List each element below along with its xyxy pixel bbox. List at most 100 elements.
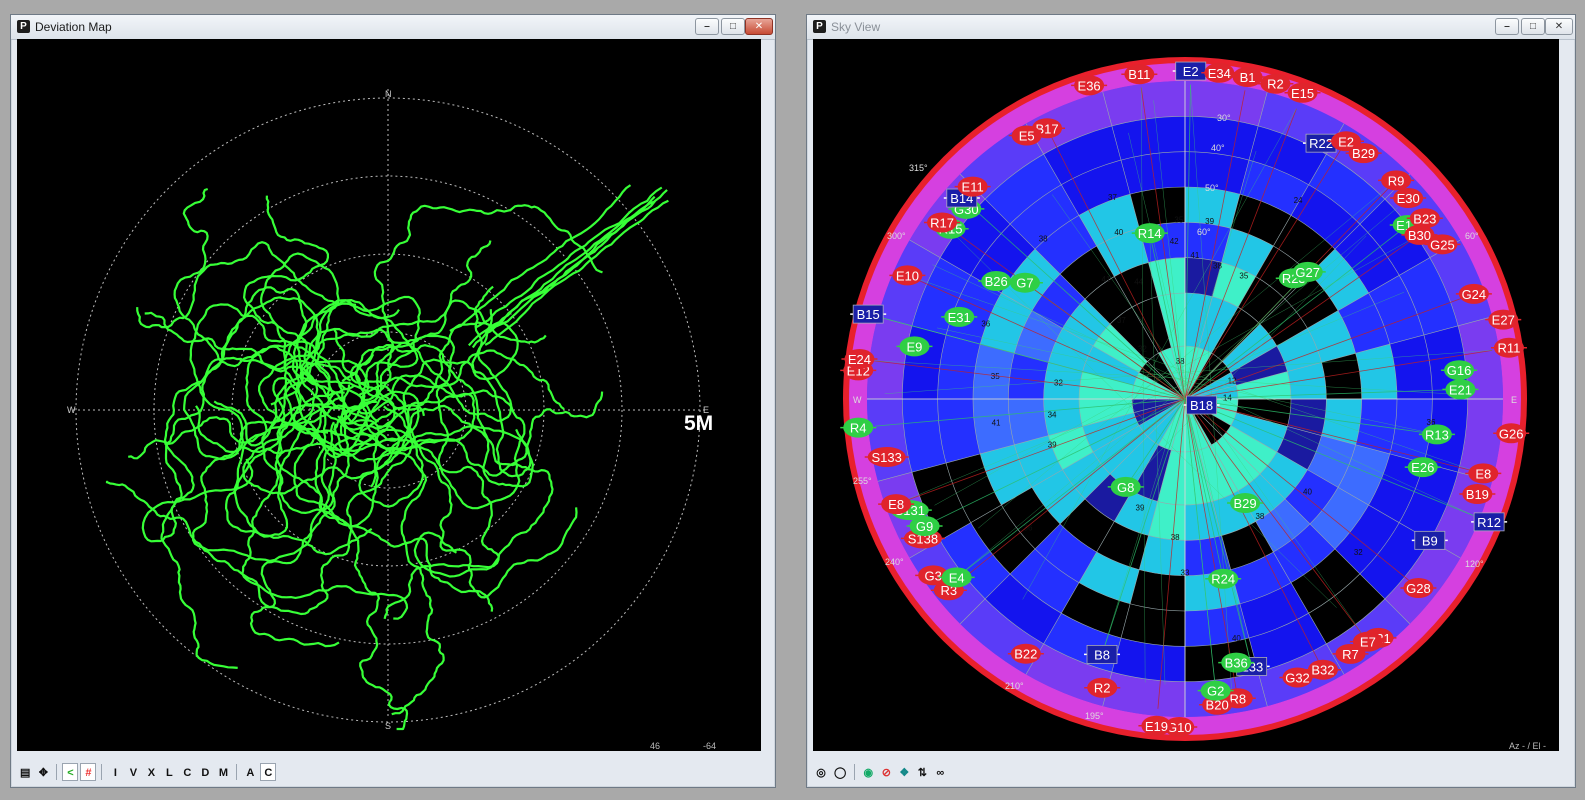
cell-value: 35	[1174, 215, 1183, 224]
toolbar-A-button[interactable]: A	[242, 763, 258, 781]
satellite-label: E15	[1291, 86, 1314, 101]
cell-value: 37	[1108, 193, 1117, 202]
toolbar-V-button[interactable]: V	[125, 763, 141, 781]
satellite-label: R2	[1267, 77, 1284, 92]
satellite-label: E11	[962, 180, 984, 195]
az-el-readout: Az - / El -	[1509, 741, 1546, 751]
grid-hash-icon[interactable]: #	[80, 763, 97, 781]
app-logo-icon: P	[17, 20, 30, 33]
toolbar-C2-button[interactable]: C	[260, 763, 277, 781]
cell-value: 38	[1171, 533, 1180, 542]
readout-a: 46	[650, 741, 660, 751]
satellite-B15[interactable]: B15	[850, 304, 887, 324]
satellite-label: E9	[907, 339, 923, 354]
close-button[interactable]: ✕	[1545, 18, 1573, 35]
satellite-label: G25	[1430, 237, 1455, 252]
deviation-plot[interactable]: N S W E 5M 46 -64	[17, 39, 761, 751]
az-315-label: 315°	[909, 163, 928, 173]
satellite-E2[interactable]: E2	[1172, 61, 1209, 81]
satellite-label: B11	[1128, 67, 1150, 82]
satellite-label: G27	[1295, 265, 1320, 280]
target-icon[interactable]: ◎	[813, 763, 829, 781]
satellite-label: R4	[850, 421, 867, 436]
deviation-traces	[105, 184, 669, 731]
scale-icon[interactable]: ∞	[932, 763, 948, 781]
satellite-label: B9	[1422, 533, 1438, 548]
az-210-label: 210°	[1005, 681, 1024, 691]
satellite-B9[interactable]: B9	[1411, 530, 1448, 550]
cell-value: 35	[1239, 271, 1248, 280]
close-button[interactable]: ✕	[745, 18, 773, 35]
satellite-label: B23	[1413, 211, 1436, 226]
satellite-label: R14	[1138, 226, 1162, 241]
satellite-icon[interactable]: ❖	[896, 763, 912, 781]
deviation-trace	[293, 391, 409, 731]
satellite-label: B29	[1352, 146, 1375, 161]
az-60-label: 60°	[1465, 231, 1479, 241]
az-120-label: 120°	[1465, 559, 1484, 569]
satellite-label: B8	[1094, 647, 1110, 662]
cell-value: 37	[1117, 316, 1126, 325]
ring-icon[interactable]: ◯	[831, 763, 849, 781]
sort-icon[interactable]: ⇅	[914, 763, 930, 781]
satellite-label: R7	[1342, 647, 1359, 662]
satellite-label: G8	[1117, 480, 1134, 495]
satellite-R12[interactable]: R12	[1471, 512, 1508, 532]
satellite-label: E24	[848, 352, 871, 367]
el-60-label: 60°	[1197, 227, 1211, 237]
satellite-label: G26	[1499, 426, 1524, 441]
separator	[56, 764, 58, 780]
sky-titlebar[interactable]: P Sky View ⎯ □ ✕	[807, 15, 1575, 40]
deviation-trace	[475, 186, 663, 329]
cell-value: 38	[1039, 234, 1048, 243]
globe-icon[interactable]: ◉	[860, 763, 876, 781]
toolbar-X-button[interactable]: X	[143, 763, 159, 781]
satellite-label: G16	[1447, 363, 1472, 378]
satellite-label: G32	[1285, 670, 1310, 685]
toolbar-C-button[interactable]: C	[179, 763, 195, 781]
maximize-button[interactable]: □	[1521, 18, 1545, 35]
cell-value: 42	[1170, 237, 1179, 246]
west-label: W	[67, 405, 76, 415]
minimize-button[interactable]: ⎯	[1495, 18, 1519, 35]
toolbar-L-button[interactable]: L	[161, 763, 177, 781]
track-icon[interactable]: <	[62, 763, 79, 781]
deviation-trace	[373, 204, 603, 394]
satellite-label: E36	[1078, 78, 1101, 93]
cell-value: 41	[1102, 275, 1111, 284]
deviation-trace	[484, 199, 669, 346]
satellite-label: E26	[1411, 460, 1434, 475]
pan-arrows-icon[interactable]: ✥	[35, 763, 51, 781]
toolbar-I-button[interactable]: I	[107, 763, 123, 781]
cell-value: 39	[1136, 503, 1145, 512]
cell-value: 39	[1048, 440, 1057, 449]
satellite-label: S133	[872, 450, 902, 465]
el-30-label: 30°	[1217, 113, 1231, 123]
deviation-map-window: P Deviation Map ⎯ □ ✕ N S W E 5M 46 -64 …	[10, 14, 776, 788]
satellite-label: E2	[1183, 64, 1199, 79]
satellite-label: B1	[1240, 70, 1256, 85]
satellite-label: E19	[1145, 719, 1168, 734]
maximize-button[interactable]: □	[721, 18, 745, 35]
satellite-label: E10	[896, 268, 919, 283]
satellite-label: E34	[1208, 66, 1231, 81]
satellite-label: G3	[925, 568, 942, 583]
settings-panel-icon[interactable]: ▤	[17, 763, 33, 781]
toolbar-M-button[interactable]: M	[215, 763, 231, 781]
satellite-B18[interactable]: B18	[1183, 395, 1220, 415]
sky-view-window: P Sky View ⎯ □ ✕ 38323744414241383540353…	[806, 14, 1576, 788]
no-entry-icon[interactable]: ⊘	[878, 763, 894, 781]
satellite-label: B18	[1190, 398, 1213, 413]
minimize-button[interactable]: ⎯	[695, 18, 719, 35]
deviation-titlebar[interactable]: P Deviation Map ⎯ □ ✕	[11, 15, 775, 40]
el-50-label: 50°	[1205, 183, 1219, 193]
separator	[101, 764, 103, 780]
satellite-B8[interactable]: B8	[1084, 644, 1121, 664]
separator	[854, 764, 856, 780]
cell-value: 40	[1232, 634, 1241, 643]
cell-value: 41	[992, 419, 1001, 428]
sky-plot[interactable]: 3832374441424138354035393837243635323441…	[813, 39, 1559, 751]
satellite-label: B26	[985, 274, 1008, 289]
toolbar-D-button[interactable]: D	[197, 763, 213, 781]
satellite-label: R22	[1309, 136, 1333, 151]
